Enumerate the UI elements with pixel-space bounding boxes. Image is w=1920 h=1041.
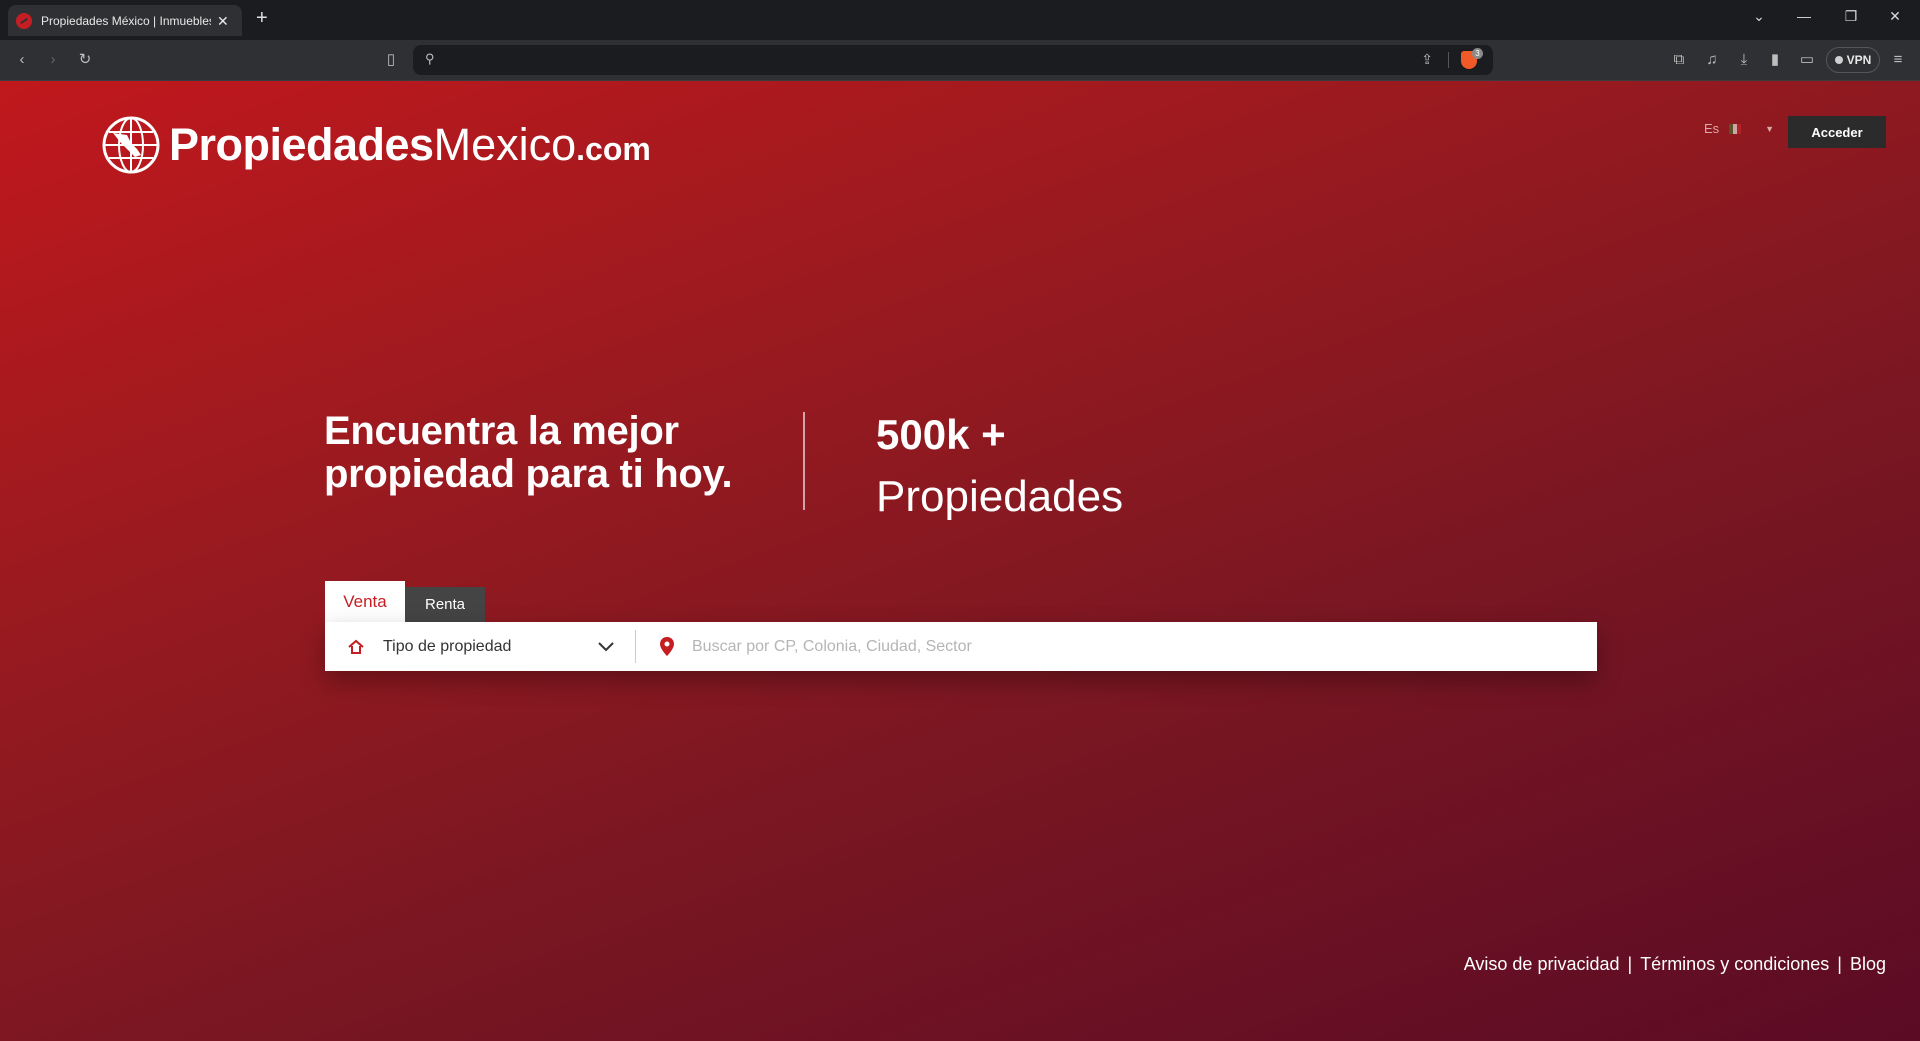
reload-icon[interactable]: ↻ xyxy=(75,50,95,70)
language-selector[interactable]: Es ▼ xyxy=(1704,121,1774,136)
terms-link[interactable]: Términos y condiciones xyxy=(1640,954,1829,975)
chevron-down-icon: ▼ xyxy=(1765,123,1775,134)
minimize-icon[interactable]: — xyxy=(1794,6,1814,26)
property-type-label: Tipo de propiedad xyxy=(383,637,512,655)
browser-tab[interactable]: Propiedades México | Inmuebles en venta … xyxy=(8,5,242,36)
location-search-input[interactable] xyxy=(692,632,1572,661)
close-window-icon[interactable]: ✕ xyxy=(1885,6,1905,26)
search-bar: Tipo de propiedad xyxy=(325,622,1597,671)
property-type-select[interactable]: Tipo de propiedad xyxy=(325,622,635,671)
tab-title: Propiedades México | Inmuebles en venta … xyxy=(41,13,211,28)
mexico-flag-icon xyxy=(1729,123,1742,134)
download-icon[interactable]: ⤓ xyxy=(1734,50,1754,70)
hero-page: PropiedadesMexico.com Es ▼ Acceder Encue… xyxy=(0,81,1920,1041)
wallet-icon[interactable]: ▭ xyxy=(1797,50,1817,70)
footer-separator: | xyxy=(1627,954,1633,974)
site-settings-icon[interactable]: ⚲ xyxy=(425,51,435,67)
bookmark-icon[interactable]: ▯ xyxy=(381,50,401,70)
chevron-down-icon xyxy=(598,641,614,651)
footer-links: Aviso de privacidad | Términos y condici… xyxy=(1464,954,1886,975)
address-divider xyxy=(1448,52,1449,68)
address-bar[interactable]: ⚲ ⇪ 3 xyxy=(413,45,1493,75)
globe-logo-icon xyxy=(102,116,160,174)
properties-label: Propiedades xyxy=(876,472,1124,521)
media-icon[interactable]: ♫ xyxy=(1702,50,1722,70)
login-button[interactable]: Acceder xyxy=(1788,116,1886,148)
share-icon[interactable]: ⇪ xyxy=(1421,51,1433,68)
close-tab-icon[interactable]: ✕ xyxy=(217,14,229,28)
site-favicon-icon xyxy=(16,12,32,29)
forward-icon[interactable]: › xyxy=(43,50,63,70)
back-icon[interactable]: ‹ xyxy=(12,50,32,70)
sidebar-icon[interactable]: ▮ xyxy=(1765,50,1785,70)
vpn-status-icon xyxy=(1834,56,1843,64)
properties-count: 500k + xyxy=(876,411,1006,458)
vpn-button[interactable]: VPN xyxy=(1826,47,1880,73)
browser-tabstrip: Propiedades México | Inmuebles en venta … xyxy=(0,0,1920,40)
extensions-icon[interactable]: ⧉ xyxy=(1669,50,1689,70)
location-pin-icon xyxy=(660,637,674,656)
browser-toolbar: ‹ › ↻ ▯ ⚲ ⇪ 3 ⧉ ♫ ⤓ ▮ ▭ VPN ≡ xyxy=(0,40,1920,81)
search-separator xyxy=(635,630,636,663)
language-label: Es xyxy=(1704,121,1720,136)
logo-wordmark: PropiedadesMexico.com xyxy=(169,119,651,170)
privacy-link[interactable]: Aviso de privacidad xyxy=(1464,954,1620,975)
site-logo[interactable]: PropiedadesMexico.com xyxy=(101,115,651,175)
blog-link[interactable]: Blog xyxy=(1850,954,1886,975)
hero-divider xyxy=(803,412,805,510)
vpn-label: VPN xyxy=(1846,53,1872,67)
hero-headline: Encuentra la mejor propiedad para ti hoy… xyxy=(324,409,733,496)
shield-count-badge: 3 xyxy=(1472,48,1483,59)
tab-search-chevron-icon[interactable]: ⌄ xyxy=(1749,6,1769,26)
menu-icon[interactable]: ≡ xyxy=(1888,50,1908,70)
footer-separator: | xyxy=(1837,954,1842,974)
restore-icon[interactable]: ❐ xyxy=(1841,6,1861,26)
house-icon xyxy=(348,639,364,654)
tab-venta[interactable]: Venta xyxy=(325,581,405,623)
new-tab-icon[interactable]: + xyxy=(256,8,268,28)
tab-renta[interactable]: Renta xyxy=(405,587,485,623)
